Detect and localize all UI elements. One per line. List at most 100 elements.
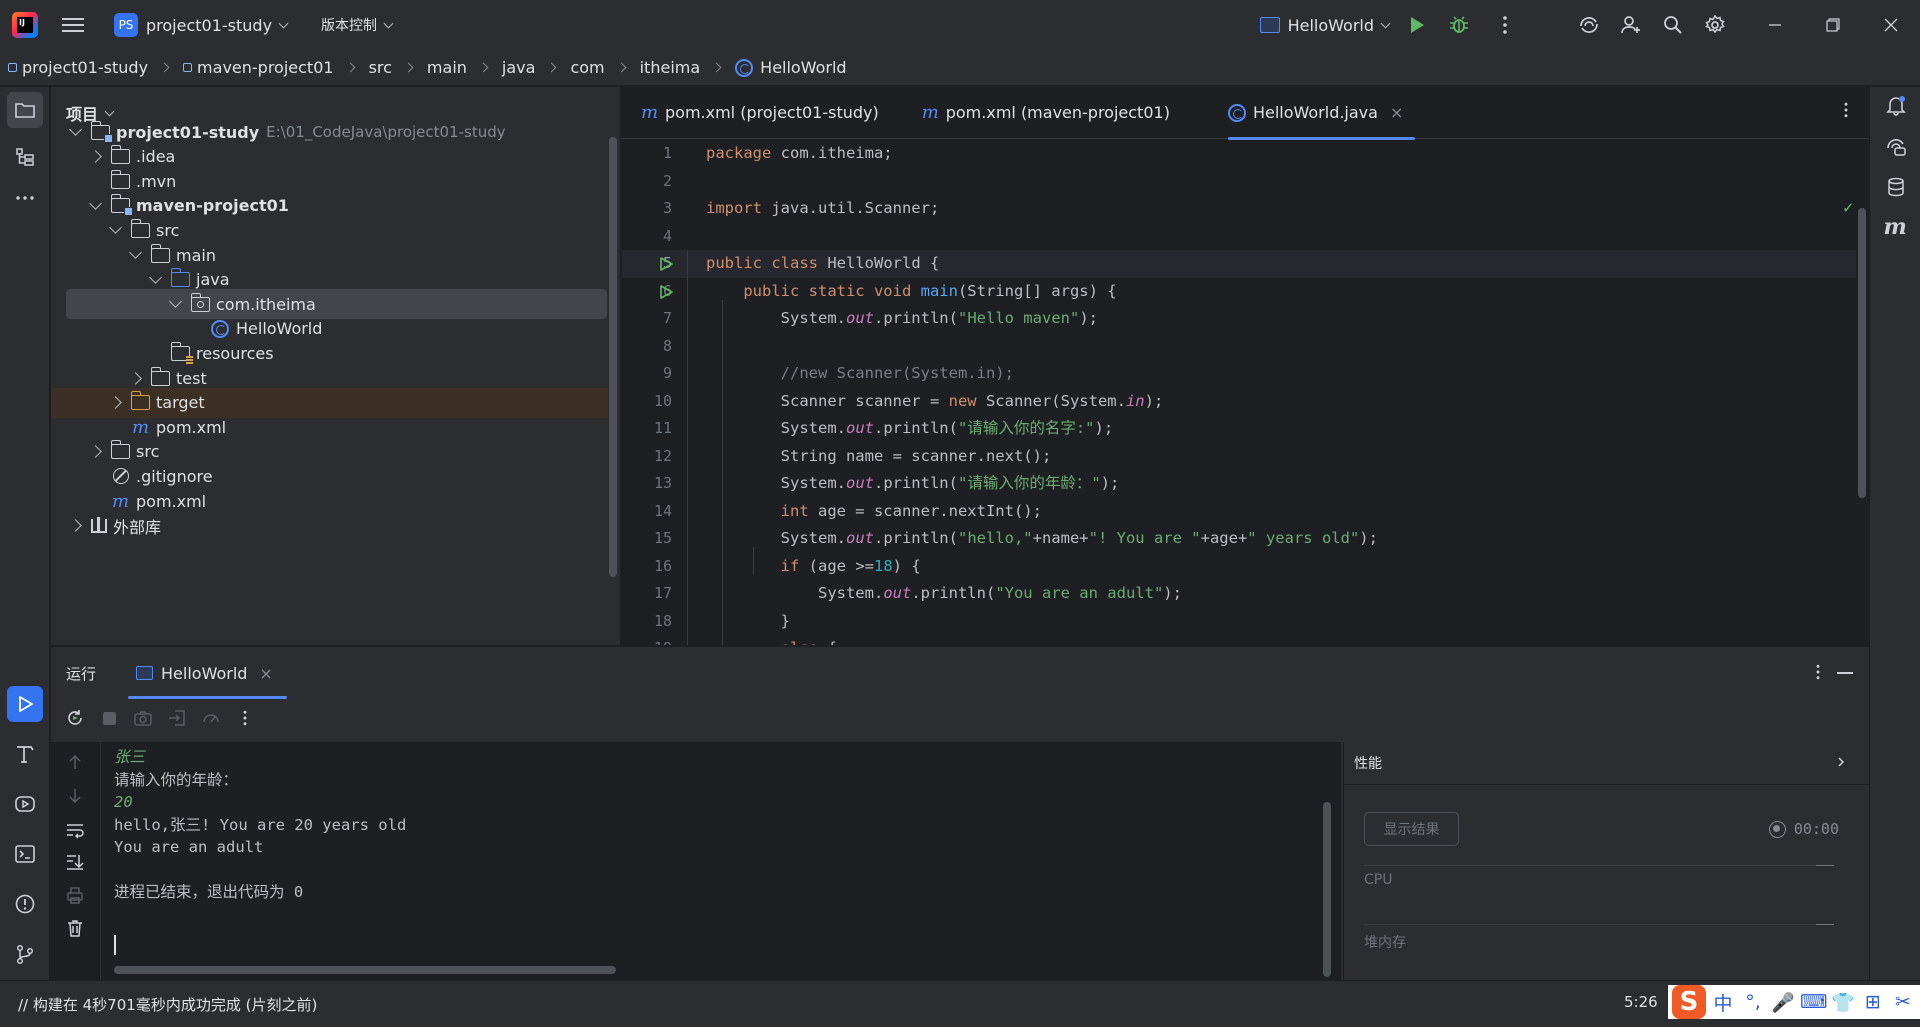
chevron-right-icon[interactable] — [89, 150, 102, 163]
chevron-right-icon[interactable] — [1835, 756, 1847, 772]
debug-icon[interactable] — [1448, 14, 1470, 36]
tree-item[interactable]: 外部库 — [51, 511, 608, 541]
arrow-up-icon[interactable] — [65, 752, 85, 776]
chevron-down-icon[interactable] — [109, 221, 122, 235]
login-icon[interactable] — [167, 708, 187, 728]
chevron-right-icon[interactable] — [109, 396, 122, 409]
project-badge[interactable]: PS — [114, 13, 138, 37]
breadcrumb-item[interactable]: project01-study — [8, 58, 148, 77]
chevron-right-icon[interactable] — [69, 519, 82, 532]
run-tab-helloworld[interactable]: HelloWorld × — [128, 647, 287, 699]
trash-icon[interactable] — [65, 918, 85, 942]
caret-position[interactable]: 5:26 — [1624, 993, 1658, 1011]
search-icon[interactable] — [1662, 14, 1684, 36]
structure-tool-button[interactable] — [7, 139, 43, 175]
breadcrumb-item[interactable]: src — [369, 58, 392, 77]
ime-item[interactable]: ⊞ — [1860, 991, 1886, 1013]
close-icon[interactable]: × — [1390, 103, 1403, 122]
run-config-selector[interactable]: HelloWorld — [1259, 16, 1391, 35]
services-tool-button[interactable] — [7, 786, 43, 822]
ime-item[interactable]: 👕 — [1830, 991, 1856, 1014]
chevron-right-icon[interactable] — [89, 445, 102, 459]
problems-tool-button[interactable] — [7, 886, 43, 922]
console-output[interactable]: 张三 请输入你的年龄： 20 hello,张三! You are 20 years o… — [101, 742, 1341, 981]
show-results-button[interactable]: 显示结果 — [1364, 812, 1459, 846]
chevron-down-icon[interactable] — [129, 246, 142, 259]
notifications-button[interactable] — [1878, 87, 1914, 123]
ime-item[interactable]: ✂ — [1890, 991, 1916, 1013]
ai-chat-button[interactable] — [1878, 129, 1914, 165]
ime-item[interactable]: ⌨ — [1800, 991, 1827, 1013]
run-icon[interactable] — [1411, 17, 1424, 33]
more-vertical-icon[interactable] — [1494, 14, 1516, 36]
vcs-menu[interactable]: 版本控制 — [321, 15, 377, 35]
breadcrumb-item[interactable]: HelloWorld — [735, 58, 847, 77]
module-icon — [8, 63, 17, 72]
git-tool-button[interactable] — [7, 936, 43, 972]
more-vertical-icon[interactable] — [1837, 101, 1855, 123]
stop-icon[interactable] — [99, 708, 119, 728]
tree-item-label: pom.xml — [156, 417, 227, 437]
sogou-ime-logo[interactable]: S — [1672, 985, 1706, 1019]
main-menu-icon[interactable] — [62, 18, 84, 32]
chevron-down-icon[interactable] — [149, 270, 162, 284]
build-tool-button[interactable] — [7, 736, 43, 772]
project-tool-button[interactable] — [7, 92, 43, 128]
breadcrumb-item[interactable]: maven-project01 — [183, 58, 334, 77]
ai-assistant-icon[interactable] — [1578, 14, 1600, 36]
more-tools-button[interactable] — [7, 180, 43, 216]
more-vertical-icon[interactable] — [235, 708, 255, 728]
chevron-right-icon[interactable] — [129, 371, 142, 385]
settings-gear-icon[interactable] — [1704, 14, 1726, 36]
console-horizontal-scrollbar[interactable] — [114, 966, 616, 974]
camera-icon[interactable] — [133, 708, 153, 728]
close-icon[interactable]: × — [259, 664, 272, 683]
project-switcher[interactable]: project01-study — [146, 16, 272, 35]
chevron-down-icon[interactable] — [278, 18, 289, 28]
add-user-icon[interactable] — [1620, 14, 1642, 36]
breadcrumb-label: HelloWorld — [760, 58, 847, 77]
breadcrumb-item[interactable]: com — [570, 58, 604, 77]
run-tool-button[interactable] — [7, 686, 43, 722]
arrow-down-icon[interactable] — [65, 786, 85, 810]
editor-scrollbar[interactable] — [1858, 208, 1866, 498]
soft-wrap-icon[interactable] — [65, 820, 85, 844]
editor-tab[interactable]: m pom.xml (project01-study) — [622, 87, 897, 139]
terminal-tool-button[interactable] — [7, 836, 43, 872]
more-vertical-icon[interactable] — [1809, 663, 1827, 685]
performance-header[interactable]: 性能 — [1344, 742, 1869, 785]
chevron-down-icon[interactable] — [383, 18, 394, 28]
scroll-to-end-icon[interactable] — [65, 852, 85, 876]
breadcrumb-item[interactable]: itheima — [640, 58, 701, 77]
editor-tab[interactable]: HelloWorld.java × — [1210, 87, 1421, 140]
print-icon[interactable] — [65, 885, 85, 909]
folder-icon — [110, 169, 130, 189]
no-problems-check-icon[interactable]: ✓ — [1843, 198, 1853, 218]
record-icon[interactable] — [1768, 820, 1786, 838]
chevron-down-icon[interactable] — [69, 123, 82, 136]
editor-tab[interactable]: m pom.xml (maven-project01) — [903, 87, 1188, 139]
database-button[interactable] — [1878, 169, 1914, 205]
restore-button[interactable] — [1804, 0, 1862, 50]
run-gutter-icon[interactable] — [658, 284, 674, 304]
console-vertical-scrollbar[interactable] — [1323, 802, 1331, 977]
intellij-logo-icon[interactable]: IJ — [12, 12, 38, 38]
chevron-down-icon[interactable] — [89, 196, 102, 210]
status-message[interactable]: // 构建在 4秒701毫秒内成功完成 (片刻之前) — [18, 994, 317, 1015]
ime-item[interactable]: 中 — [1710, 989, 1736, 1016]
breadcrumb-item[interactable]: main — [427, 58, 467, 77]
ime-item[interactable]: °, — [1740, 991, 1766, 1013]
hide-panel-icon[interactable] — [1837, 672, 1853, 674]
rerun-icon[interactable] — [65, 708, 85, 728]
minimize-button[interactable] — [1746, 0, 1804, 50]
chevron-down-icon[interactable] — [169, 295, 182, 309]
project-scrollbar[interactable] — [609, 137, 617, 577]
profiler-icon[interactable] — [201, 708, 221, 728]
run-gutter-icon[interactable] — [658, 256, 674, 276]
close-window-button[interactable] — [1862, 0, 1920, 50]
breadcrumb-item[interactable]: java — [502, 58, 536, 77]
code-area[interactable]: ✓ 1 package com.itheima; 2 3 import java.uti… — [622, 140, 1869, 645]
ime-item[interactable]: 🎤 — [1770, 991, 1796, 1014]
maven-button[interactable]: m — [1878, 209, 1914, 245]
folder-icon — [110, 145, 130, 165]
